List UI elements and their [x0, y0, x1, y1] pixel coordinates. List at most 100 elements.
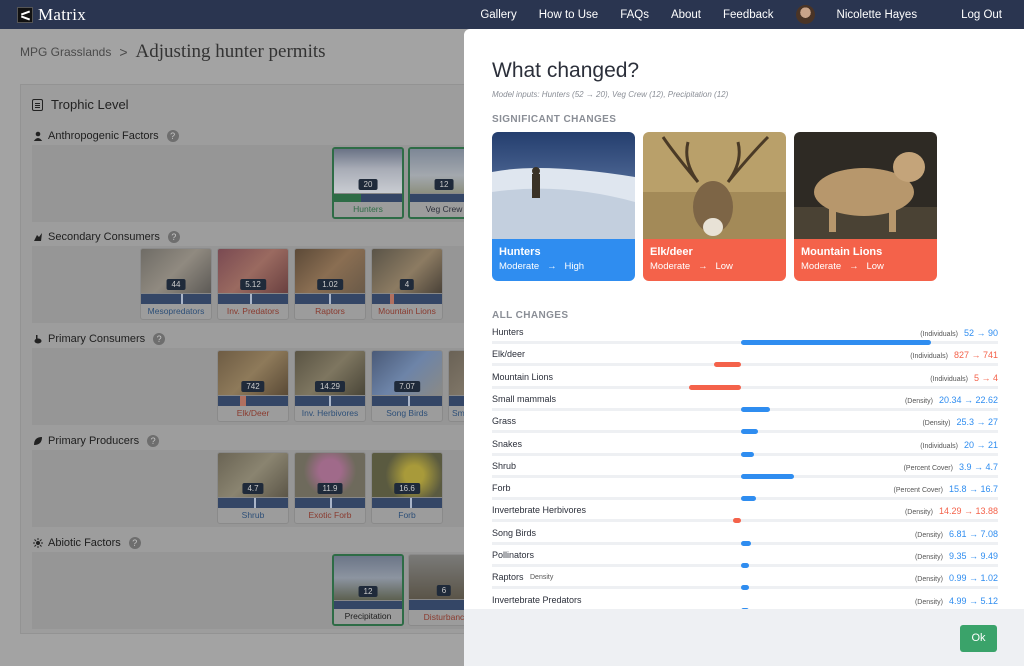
- section-label: Primary Producers: [48, 435, 140, 447]
- tile-forb[interactable]: 16.6 Forb: [371, 452, 443, 524]
- change-name: Grass: [492, 416, 517, 427]
- change-value: 5 → 4: [973, 372, 998, 383]
- significant-changes-heading: SIGNIFICANT CHANGES: [492, 114, 617, 125]
- leaf-icon: [34, 437, 42, 445]
- section-label: Abiotic Factors: [48, 537, 121, 549]
- user-menu[interactable]: Nicolette Hayes: [795, 5, 940, 24]
- change-unit: (Density) 6.81 → 7.08: [914, 528, 998, 539]
- nav-feedback[interactable]: Feedback: [723, 9, 774, 21]
- change-value: 15.8 → 16.7: [948, 484, 998, 495]
- avatar: [795, 5, 815, 24]
- tile-precipitation[interactable]: 12 Precipitation: [332, 554, 404, 626]
- help-icon[interactable]: ?: [128, 537, 141, 549]
- change-track: [492, 363, 998, 367]
- tile-inv-predators[interactable]: 5.12 Inv. Predators: [217, 248, 289, 320]
- nav-how-to-use[interactable]: How to Use: [539, 9, 598, 21]
- change-name: Raptors: [492, 572, 524, 583]
- change-unit: (Density) 9.35 → 9.49: [914, 551, 998, 561]
- change-row: Song Birds (Density) 6.81 → 7.08: [492, 526, 998, 548]
- nav-faqs[interactable]: FAQs: [620, 9, 649, 21]
- model-inputs-text: Model inputs: Hunters (52 → 20), Veg Cre…: [492, 90, 729, 99]
- nav-menu: Gallery How to Use FAQs About Feedback N…: [480, 0, 1024, 29]
- change-row: Grass (Density) 25.3 → 27: [492, 414, 998, 436]
- help-icon[interactable]: ?: [166, 130, 179, 142]
- change-name: Mountain Lions: [492, 371, 554, 382]
- change-unit: (Density) 4.99 → 5.12: [914, 595, 998, 606]
- change-name: Snakes: [492, 438, 523, 449]
- change-row: Mountain Lions (Individuals) 5 → 4: [492, 370, 998, 392]
- change-unit: (Percent Cover) 3.9 → 4.7: [903, 461, 998, 472]
- change-name: Forb: [492, 483, 511, 494]
- change-value: 3.9 → 4.7: [958, 461, 998, 472]
- all-changes-heading: ALL CHANGES: [492, 310, 569, 321]
- change-name: Invertebrate Herbivores: [492, 505, 587, 516]
- change-unit: (Individuals) 827 → 741: [910, 350, 998, 361]
- change-row: Pollinators (Density) 9.35 → 9.49: [492, 548, 998, 570]
- change-name: Pollinators: [492, 550, 535, 560]
- section-producers: Primary Producers ?: [33, 435, 160, 447]
- tile-inv-herbivores[interactable]: 14.29 Inv. Herbivores: [294, 350, 366, 422]
- tile-shrub[interactable]: 4.7 Shrub: [217, 452, 289, 524]
- change-unit: (Individuals) 5 → 4: [930, 372, 998, 383]
- change-row: Invertebrate Predators (Density) 4.99 → 5.…: [492, 593, 998, 609]
- change-unit: (Density) 0.99 → 1.02: [914, 573, 998, 584]
- tile-song-birds[interactable]: 7.07 Song Birds: [371, 350, 443, 422]
- section-abiotic: Abiotic Factors ?: [33, 537, 141, 549]
- change-row: Snakes (Individuals) 20 → 21: [492, 437, 998, 459]
- change-value: 6.81 → 7.08: [948, 528, 998, 539]
- hunters-photo: [492, 132, 635, 239]
- change-name: Hunters: [492, 327, 524, 337]
- change-unit: (Individuals) 52 → 90: [920, 328, 998, 338]
- nav-gallery[interactable]: Gallery: [480, 9, 516, 21]
- tile-raptors[interactable]: 1.02 Raptors: [294, 248, 366, 320]
- predator-icon: [34, 233, 42, 241]
- logout-link[interactable]: Log Out: [961, 9, 1002, 21]
- change-row: Elk/deer (Individuals) 827 → 741: [492, 347, 998, 369]
- tile-mountain-lions[interactable]: 4 Mountain Lions: [371, 248, 443, 320]
- trophic-title-text: Trophic Level: [51, 97, 129, 112]
- nav-about[interactable]: About: [671, 9, 701, 21]
- trophic-title: Trophic Level: [32, 97, 129, 112]
- change-value: 52 → 90: [963, 328, 998, 338]
- change-value: 20 → 21: [963, 439, 998, 450]
- tile-mesopredators[interactable]: 44 Mesopredators: [140, 248, 212, 320]
- app-logo[interactable]: Matrix: [17, 5, 86, 25]
- help-icon[interactable]: ?: [147, 435, 160, 447]
- change-name: Elk/deer: [492, 349, 526, 360]
- change-unit: (Individuals) 20 → 21: [920, 439, 998, 450]
- section-label: Secondary Consumers: [48, 231, 160, 243]
- change-bar: [741, 451, 754, 457]
- sun-icon: [33, 538, 43, 548]
- breadcrumb: MPG Grasslands > Adjusting hunter permit…: [20, 41, 326, 63]
- all-changes-list[interactable]: Hunters (Individuals) 52 → 90 Elk/deer (Indi…: [492, 325, 998, 609]
- tile-hunters[interactable]: 20 Hunters: [332, 147, 404, 219]
- change-name: Invertebrate Predators: [492, 594, 582, 605]
- what-changed-modal: What changed? Model inputs: Hunters (52 …: [464, 29, 1024, 666]
- modal-title: What changed?: [492, 59, 640, 82]
- change-bar: [741, 429, 759, 435]
- change-value: 4.99 → 5.12: [948, 595, 998, 606]
- change-bar: [689, 384, 741, 390]
- change-row: Raptors Density (Density) 0.99 → 1.02: [492, 570, 998, 592]
- change-value: 25.3 → 27: [956, 417, 998, 428]
- change-unit: (Density) 20.34 → 22.62: [904, 394, 998, 405]
- app-name: Matrix: [38, 4, 87, 24]
- modal-footer: Ok: [464, 609, 1024, 666]
- change-name: Shrub: [492, 460, 517, 471]
- change-value: 14.29 → 13.88: [938, 506, 998, 517]
- change-track: [492, 385, 998, 389]
- breadcrumb-parent[interactable]: MPG Grasslands: [20, 45, 111, 59]
- tile-exotic-forb[interactable]: 11.9 Exotic Forb: [294, 452, 366, 524]
- section-anthropogenic: Anthropogenic Factors ?: [33, 130, 179, 142]
- tile-elk-deer[interactable]: 742 Elk/Deer: [217, 350, 289, 422]
- help-icon[interactable]: ?: [153, 333, 166, 345]
- section-secondary: Secondary Consumers ?: [33, 231, 180, 243]
- significant-card-hunters: Hunters Moderate → High: [492, 132, 635, 281]
- section-label: Anthropogenic Factors: [48, 130, 159, 142]
- change-bar: [741, 406, 771, 412]
- user-name: Nicolette Hayes: [836, 8, 918, 21]
- help-icon[interactable]: ?: [167, 231, 180, 243]
- change-bar: [741, 540, 752, 546]
- change-value: 827 → 741: [953, 350, 998, 361]
- ok-button[interactable]: Ok: [960, 625, 997, 652]
